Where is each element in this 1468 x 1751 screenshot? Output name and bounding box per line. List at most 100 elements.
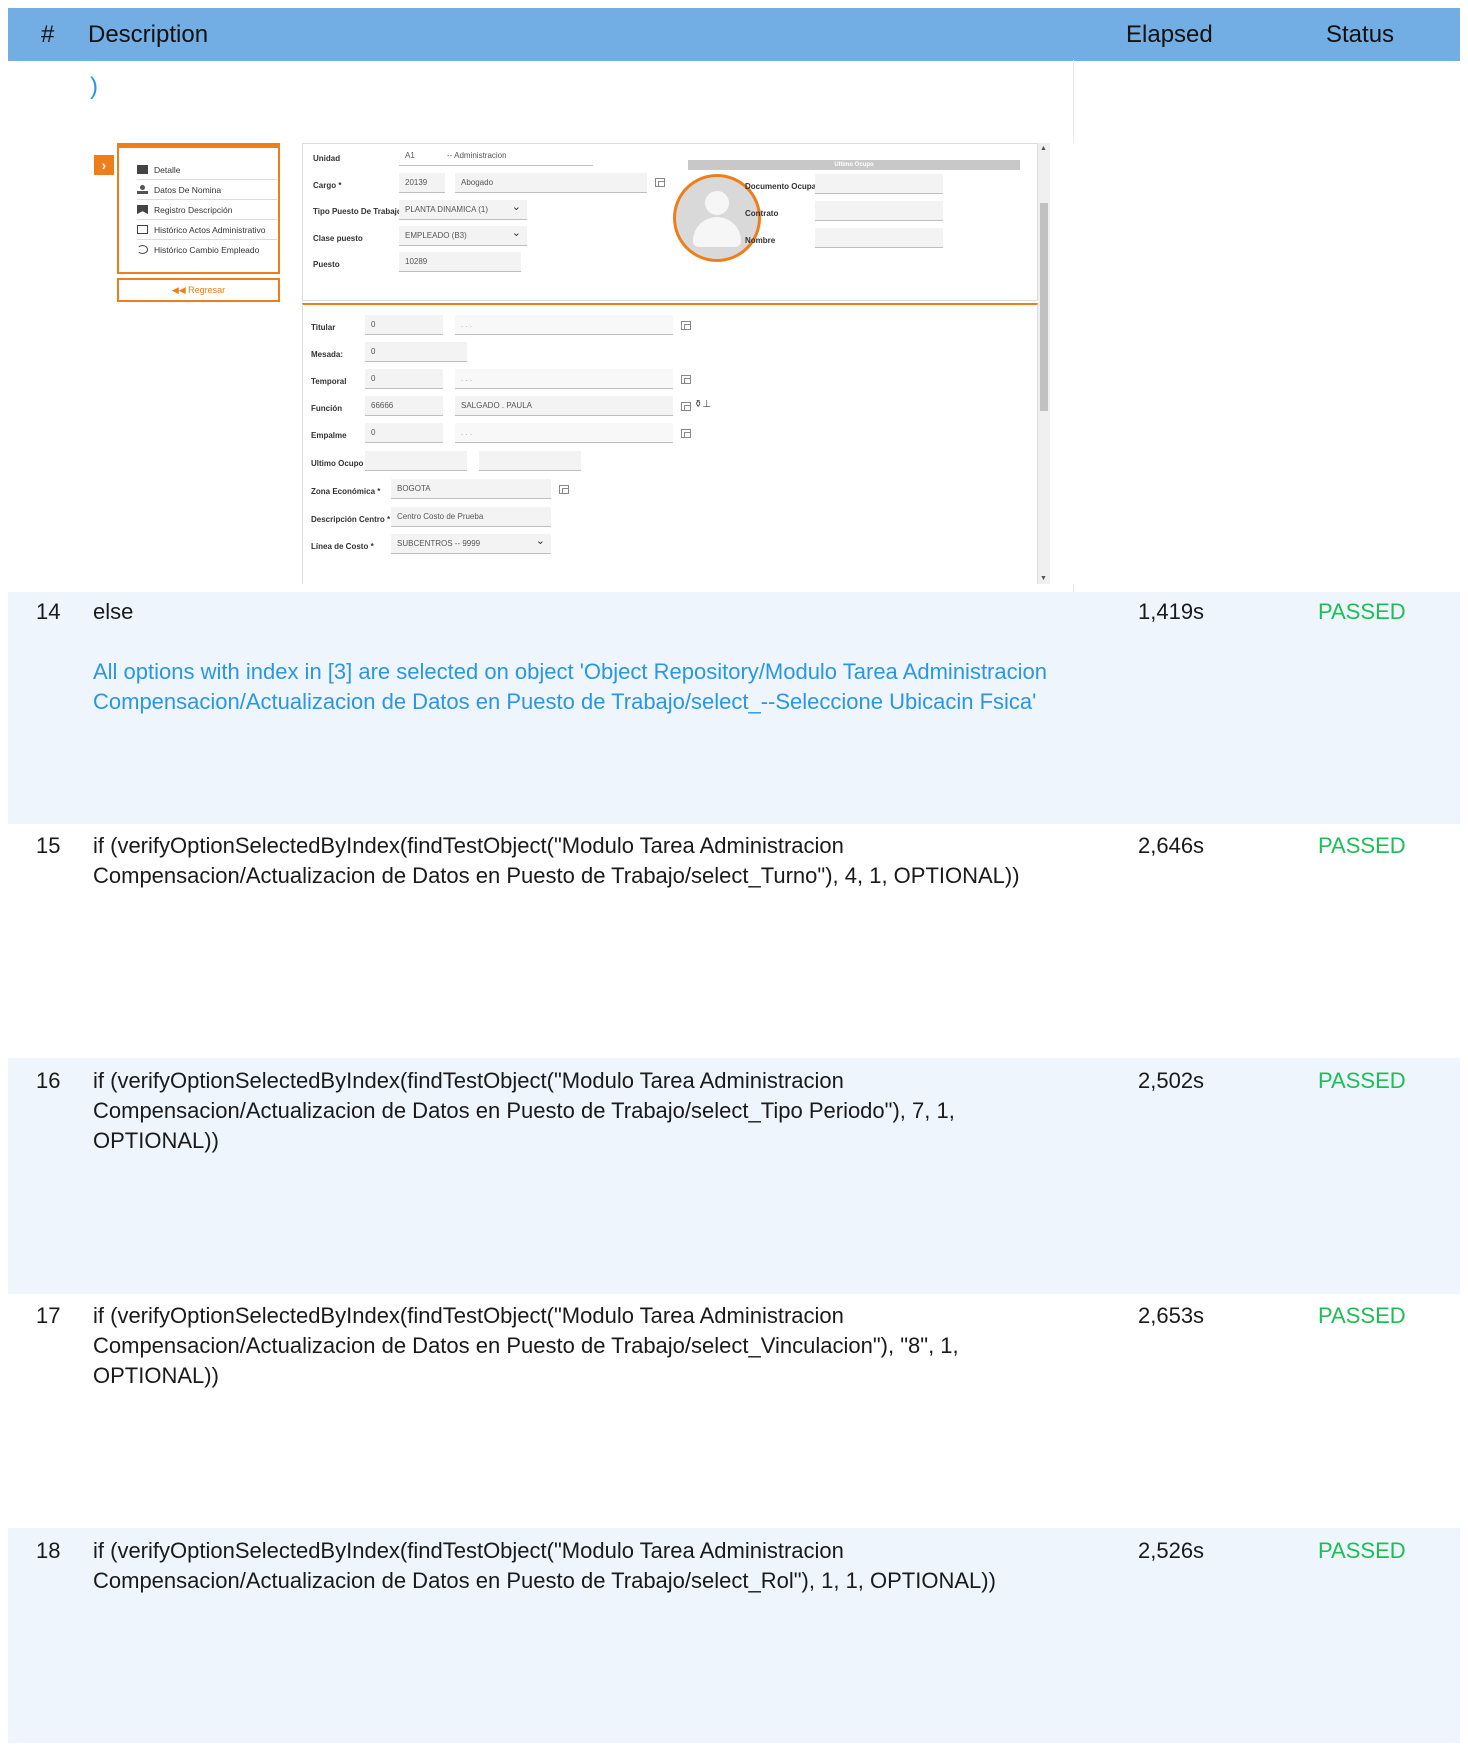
scrollbar[interactable]: ▲ ▼	[1038, 143, 1050, 584]
funcion-name-field[interactable]: SALGADO . PAULA	[455, 396, 673, 416]
row-message: All options with index in [3] are select…	[93, 659, 1047, 714]
table-header: # Description Elapsed Status	[8, 8, 1460, 61]
copy-icon[interactable]	[655, 178, 665, 187]
documento-ocupa-label: Documento Ocupa	[745, 182, 817, 191]
cargo-code-field[interactable]: 20139	[399, 173, 445, 193]
sidebar-item-label: Registro Descripción	[154, 205, 233, 215]
row-number: 17	[36, 1303, 61, 1328]
copy-icon[interactable]	[681, 321, 691, 330]
row-elapsed: 2,646s	[1138, 833, 1205, 858]
contrato-field[interactable]	[815, 201, 943, 221]
row-status: PASSED	[1318, 833, 1406, 858]
row-elapsed: 1,419s	[1138, 599, 1205, 624]
funcion-code-field[interactable]: 66666	[365, 396, 443, 416]
nombre-field[interactable]	[815, 228, 943, 248]
row-number: 15	[36, 833, 61, 858]
header-status: Status	[1326, 21, 1395, 48]
documento-ocupa-field[interactable]	[815, 174, 943, 194]
scroll-up-icon[interactable]: ▲	[1040, 145, 1047, 152]
back-button-label: Regresar	[188, 285, 226, 295]
row-status: PASSED	[1318, 599, 1406, 624]
zona-label: Zona Económica *	[311, 487, 381, 496]
clear-icon[interactable]: ⚱⊥	[694, 399, 711, 410]
row-elapsed: 2,526s	[1138, 1538, 1205, 1563]
descripcion-centro-field[interactable]: Centro Costo de Prueba	[391, 507, 551, 527]
sidebar-item-registro[interactable]: Registro Descripción	[137, 200, 277, 220]
titular-name-field[interactable]: . . .	[455, 315, 673, 335]
tipo-puesto-label: Tipo Puesto De Trabajo*	[313, 207, 405, 216]
chevron-right-icon[interactable]: ›	[94, 155, 114, 175]
unidad-code: A1	[399, 146, 441, 166]
ultimo-ocupo-label: Ultimo Ocupo	[311, 459, 364, 468]
unidad-label: Unidad	[313, 154, 341, 163]
rewind-icon: ◀◀	[171, 285, 189, 295]
header-description: Description	[88, 21, 209, 48]
cargo-name-field[interactable]: Abogado	[455, 173, 647, 193]
clase-puesto-label: Clase puesto	[313, 234, 363, 243]
linea-costo-label: Línea de Costo *	[311, 542, 374, 551]
funcion-label: Función	[311, 404, 343, 413]
users-icon	[137, 185, 148, 194]
document-icon	[137, 165, 148, 174]
sidebar-item-detalle[interactable]: Detalle	[137, 160, 277, 180]
clase-puesto-select[interactable]: EMPLEADO (B3)	[399, 226, 527, 246]
ultimo-ocupo-field-2[interactable]	[479, 451, 581, 471]
sidebar-item-label: Detalle	[154, 165, 181, 175]
sidebar-item-historico-cambio[interactable]: Histórico Cambio Empleado	[137, 240, 277, 260]
copy-icon[interactable]	[681, 375, 691, 384]
nombre-label: Nombre	[745, 236, 776, 245]
assignment-panel: Titular 0 . . . Mesada: 0 Temporal 0 . .…	[302, 303, 1038, 584]
header-elapsed: Elapsed	[1126, 21, 1213, 48]
sidebar-item-historico-actos[interactable]: Histórico Actos Administrativo	[137, 220, 277, 240]
description-fragment: )	[90, 73, 98, 100]
sidebar-box: Detalle Datos De Nomina Registro Descrip…	[117, 148, 280, 274]
titular-label: Titular	[311, 323, 336, 332]
row-status: PASSED	[1318, 1303, 1406, 1328]
puesto-label: Puesto	[313, 260, 340, 269]
empalme-code-field[interactable]: 0	[365, 423, 443, 443]
row-description: if (verifyOptionSelectedByIndex(findTest…	[93, 833, 1020, 888]
temporal-label: Temporal	[311, 377, 347, 386]
linea-costo-select[interactable]: SUBCENTROS -- 9999	[391, 534, 551, 554]
sidebar-menu: › Detalle Datos De Nomina Registro Descr…	[92, 143, 282, 308]
mesada-field[interactable]: 0	[365, 342, 467, 362]
ultimo-ocupo-header: Ultimo Ocupo	[688, 160, 1020, 170]
empalme-name-field[interactable]: . . .	[455, 423, 673, 443]
scroll-down-icon[interactable]: ▼	[1040, 575, 1047, 582]
header-num: #	[41, 21, 55, 48]
sidebar-item-datos-nomina[interactable]: Datos De Nomina	[137, 180, 277, 200]
empalme-label: Empalme	[311, 431, 347, 440]
temporal-name-field[interactable]: . . .	[455, 369, 673, 389]
copy-icon[interactable]	[559, 485, 569, 494]
temporal-code-field[interactable]: 0	[365, 369, 443, 389]
row-description: else	[93, 599, 134, 624]
sidebar-item-label: Datos De Nomina	[154, 185, 222, 195]
row-number: 18	[36, 1538, 61, 1563]
row-number: 16	[36, 1068, 61, 1093]
back-button[interactable]: ◀◀ Regresar	[117, 278, 280, 302]
sidebar-item-label: Histórico Actos Administrativo	[154, 225, 266, 235]
ultimo-ocupo-field-1[interactable]	[365, 451, 467, 471]
contrato-label: Contrato	[745, 209, 779, 218]
scrollbar-thumb[interactable]	[1040, 203, 1048, 411]
cargo-label: Cargo *	[313, 181, 342, 190]
row-elapsed: 2,653s	[1138, 1303, 1205, 1328]
copy-icon[interactable]	[681, 402, 691, 411]
bookmark-icon	[137, 205, 148, 214]
row-description: if (verifyOptionSelectedByIndex(findTest…	[93, 1068, 955, 1153]
descripcion-centro-label: Descripción Centro *	[311, 515, 391, 524]
puesto-field[interactable]: 10289	[399, 252, 521, 272]
unidad-name: -- Administracion	[441, 146, 593, 166]
copy-icon[interactable]	[681, 429, 691, 438]
row-number: 14	[36, 599, 61, 624]
zona-field[interactable]: BOGOTA	[391, 479, 551, 499]
titular-code-field[interactable]: 0	[365, 315, 443, 335]
row-elapsed: 2,502s	[1138, 1068, 1205, 1093]
position-panel: Unidad A1 -- Administracion Cargo * 2013…	[302, 143, 1038, 301]
row-status: PASSED	[1318, 1068, 1406, 1093]
sidebar-item-label: Histórico Cambio Empleado	[154, 245, 260, 255]
history-icon	[137, 245, 148, 254]
book-icon	[137, 225, 148, 234]
tipo-puesto-select[interactable]: PLANTA DINAMICA (1)	[399, 200, 527, 220]
embedded-screenshot: › Detalle Datos De Nomina Registro Descr…	[92, 143, 1074, 584]
